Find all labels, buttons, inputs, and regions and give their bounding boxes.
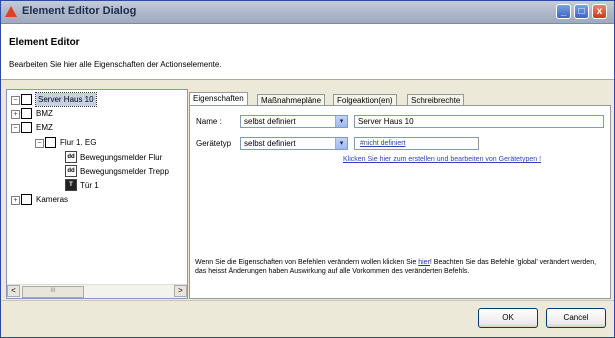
info-text-before: Wenn Sie die Eigenschaften von Befehlen … bbox=[195, 259, 419, 266]
expand-icon[interactable]: + bbox=[11, 196, 20, 205]
properties-panel: Name : selbst definiert ▾ Server Haus 10… bbox=[189, 105, 611, 299]
tree-label-flur[interactable]: Flur 1. EG bbox=[60, 136, 96, 149]
tree-node-root[interactable]: − Server Haus 10 bbox=[7, 92, 182, 107]
collapse-icon[interactable]: − bbox=[35, 139, 44, 148]
tree-checkbox[interactable] bbox=[45, 137, 56, 148]
tree-label-detector-flur[interactable]: Bewegungsmelder Flur bbox=[80, 151, 162, 164]
info-here-link[interactable]: hier bbox=[418, 259, 430, 266]
motion-detector-icon: dd bbox=[65, 165, 77, 177]
motion-detector-icon: dd bbox=[65, 151, 77, 163]
tree-label-door[interactable]: Tür 1 bbox=[80, 179, 99, 192]
tree-node-bmz[interactable]: + BMZ bbox=[7, 107, 182, 120]
tree-label-bmz[interactable]: BMZ bbox=[36, 107, 53, 120]
collapse-icon[interactable]: − bbox=[11, 96, 20, 105]
dropdown-arrow-icon[interactable]: ▾ bbox=[335, 138, 347, 149]
tree-node-detector-trepp[interactable]: dd Bewegungsmelder Trepp bbox=[7, 165, 185, 178]
scroll-thumb[interactable]: III bbox=[22, 286, 84, 298]
name-label: Name : bbox=[196, 117, 222, 126]
tree-node-door[interactable]: T Tür 1 bbox=[7, 179, 182, 192]
name-mode-select[interactable]: selbst definiert ▾ bbox=[240, 115, 348, 128]
collapse-icon[interactable]: − bbox=[11, 124, 20, 133]
header-title: Element Editor bbox=[9, 37, 80, 48]
name-input[interactable]: Server Haus 10 bbox=[354, 115, 604, 128]
devicetype-field[interactable]: #nicht definiert bbox=[354, 137, 479, 150]
cancel-button[interactable]: Cancel bbox=[546, 308, 606, 328]
tree-node-kameras[interactable]: + Kameras bbox=[7, 193, 182, 206]
window-title: Element Editor Dialog bbox=[22, 5, 137, 17]
tab-eigenschaften[interactable]: Eigenschaften bbox=[189, 92, 248, 106]
header-subtitle: Bearbeiten Sie hier alle Eigenschaften d… bbox=[9, 60, 222, 69]
tree-label-root[interactable]: Server Haus 10 bbox=[35, 92, 97, 107]
devicetype-mode-select[interactable]: selbst definiert ▾ bbox=[240, 137, 348, 150]
close-button[interactable]: x bbox=[592, 4, 607, 19]
tree-label-kameras[interactable]: Kameras bbox=[36, 193, 68, 206]
minimize-button[interactable]: _ bbox=[556, 4, 571, 19]
tree-checkbox[interactable] bbox=[21, 94, 32, 105]
devicetype-mode-value: selbst definiert bbox=[244, 139, 296, 148]
tree-horizontal-scrollbar[interactable]: < III > bbox=[7, 284, 187, 298]
dropdown-arrow-icon[interactable]: ▾ bbox=[335, 116, 347, 127]
tree-node-emz[interactable]: − EMZ bbox=[7, 121, 182, 134]
ok-button[interactable]: OK bbox=[478, 308, 538, 328]
dialog-header: Element Editor Bearbeiten Sie hier alle … bbox=[1, 24, 614, 80]
tree-checkbox[interactable] bbox=[21, 194, 32, 205]
tree-checkbox[interactable] bbox=[21, 108, 32, 119]
scroll-left-button[interactable]: < bbox=[7, 285, 20, 297]
footer-divider bbox=[1, 300, 614, 301]
app-logo-icon bbox=[5, 6, 17, 17]
title-bar[interactable]: Element Editor Dialog _ □ x bbox=[1, 1, 614, 24]
devicetype-label: Gerätetyp bbox=[196, 139, 232, 148]
expand-icon[interactable]: + bbox=[11, 110, 20, 119]
tree-node-flur[interactable]: − Flur 1. EG bbox=[7, 136, 182, 149]
tree-label-emz[interactable]: EMZ bbox=[36, 121, 53, 134]
maximize-button[interactable]: □ bbox=[574, 4, 589, 19]
info-text: Wenn Sie die Eigenschaften von Befehlen … bbox=[195, 258, 605, 276]
element-tree[interactable]: − Server Haus 10 + BMZ − EMZ − Flur 1. E… bbox=[6, 89, 188, 299]
devicetype-edit-link[interactable]: Klicken Sie hier zum erstellen und bearb… bbox=[343, 156, 541, 163]
dialog-window: Element Editor Dialog _ □ x Element Edit… bbox=[0, 0, 615, 338]
tree-label-detector-trepp[interactable]: Bewegungsmelder Trepp bbox=[80, 165, 169, 178]
door-icon: T bbox=[65, 179, 77, 191]
scroll-right-button[interactable]: > bbox=[174, 285, 187, 297]
tree-node-detector-flur[interactable]: dd Bewegungsmelder Flur bbox=[7, 151, 185, 164]
name-mode-value: selbst definiert bbox=[244, 117, 296, 126]
tree-checkbox[interactable] bbox=[21, 122, 32, 133]
